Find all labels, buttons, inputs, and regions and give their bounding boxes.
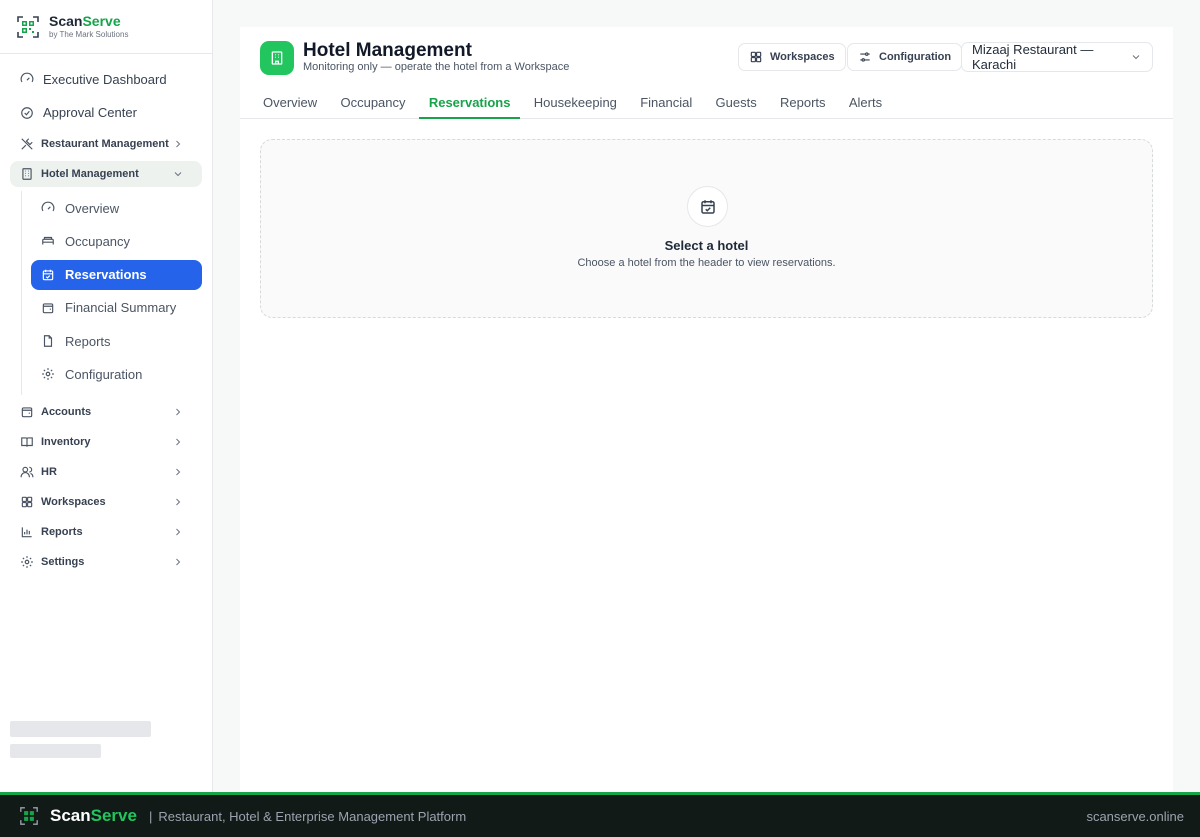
tab-occupancy[interactable]: Occupancy [330, 87, 415, 119]
chevron-right-icon [171, 465, 185, 479]
grid-icon [749, 50, 763, 64]
building-icon [260, 41, 294, 75]
chevron-right-icon [171, 435, 185, 449]
sidebar-item-reservations[interactable]: Reservations [31, 259, 202, 290]
empty-state-message: Choose a hotel from the header to view r… [577, 257, 836, 269]
tab-overview[interactable]: Overview [253, 87, 327, 119]
sidebar-group-reports[interactable]: Reports [10, 519, 202, 545]
chevron-right-icon [171, 555, 185, 569]
footer-brand: ScanServe [50, 806, 137, 825]
sidebar-item-label: Configuration [65, 366, 143, 382]
bar-chart-icon [20, 525, 34, 539]
chevron-down-icon [1129, 50, 1142, 64]
outlet-select-value: Mizaaj Restaurant — Karachi [972, 42, 1094, 72]
sidebar-item-label: Overview [65, 200, 120, 216]
sidebar-group-hr[interactable]: HR [10, 459, 202, 485]
sidebar-item-label: Reports [65, 333, 111, 349]
footer-tagline: Restaurant, Hotel & Enterprise Managemen… [158, 808, 467, 824]
brand-subtitle: by The Mark Solutions [49, 29, 129, 39]
sidebar-item-label: Approval Center [43, 105, 137, 120]
sidebar-item-occupancy[interactable]: Occupancy [31, 226, 202, 256]
wallet-icon [41, 301, 55, 315]
qr-logo-icon [17, 15, 39, 38]
empty-state-title: Select a hotel [664, 238, 749, 253]
chevron-right-icon [171, 495, 185, 509]
outlet-select[interactable]: Mizaaj Restaurant — Karachi [961, 42, 1153, 72]
tab-financial[interactable]: Financial [630, 87, 702, 119]
chevron-right-icon [171, 525, 185, 539]
empty-state: Select a hotel Choose a hotel from the h… [260, 139, 1153, 318]
bed-icon [41, 234, 55, 248]
sidebar-group-label: Settings [41, 555, 85, 568]
configuration-button[interactable]: Configuration [847, 43, 963, 71]
sidebar-group-label: Workspaces [41, 495, 106, 508]
grid-icon [20, 495, 34, 509]
footer-separator: | [148, 808, 153, 824]
sidebar-item-financial-summary[interactable]: Financial Summary [31, 293, 202, 323]
chevron-right-icon [171, 405, 185, 419]
gauge-icon [20, 72, 34, 86]
sidebar-item-configuration[interactable]: Configuration [31, 359, 202, 389]
gear-icon [20, 555, 34, 569]
gauge-icon [41, 201, 55, 215]
users-icon [20, 465, 34, 479]
tab-reports[interactable]: Reports [770, 87, 836, 119]
sidebar-item-label: Reservations [65, 267, 147, 283]
hotel-management-subnav: Overview Occupancy Reservations Financia… [21, 191, 202, 395]
brand[interactable]: ScanServe by The Mark Solutions [0, 0, 212, 54]
sidebar-nav: Executive Dashboard Approval Center Rest… [0, 54, 212, 589]
calendar-check-icon [41, 268, 55, 282]
footer: ScanServe | Restaurant, Hotel & Enterpri… [0, 792, 1200, 837]
brand-name: ScanServe [49, 12, 121, 29]
workspaces-button-label: Workspaces [770, 51, 835, 63]
sidebar-item-overview[interactable]: Overview [31, 193, 202, 223]
loading-skeleton [10, 744, 101, 758]
sidebar-group-label: Restaurant Management [41, 138, 169, 150]
tab-reservations[interactable]: Reservations [418, 87, 521, 119]
calendar-check-icon [687, 186, 728, 227]
sidebar-item-executive-dashboard[interactable]: Executive Dashboard [10, 64, 202, 94]
loading-skeleton [10, 721, 151, 737]
sidebar-group-workspaces[interactable]: Workspaces [10, 489, 202, 515]
sidebar-group-settings[interactable]: Settings [10, 549, 202, 575]
chevron-right-icon [171, 137, 185, 151]
sidebar-group-label: Inventory [41, 435, 91, 448]
tab-alerts[interactable]: Alerts [839, 87, 892, 119]
sidebar-group-label: Hotel Management [41, 168, 139, 180]
sidebar-group-hotel-management[interactable]: Hotel Management [10, 161, 202, 187]
utensils-icon [20, 137, 34, 151]
sidebar-item-label: Occupancy [65, 233, 131, 249]
page-subtitle: Monitoring only — operate the hotel from… [303, 61, 570, 73]
tab-guests[interactable]: Guests [706, 87, 767, 119]
building-icon [20, 167, 34, 181]
qr-logo-icon [20, 807, 38, 825]
sidebar-group-inventory[interactable]: Inventory [10, 429, 202, 455]
sidebar-item-reports[interactable]: Reports [31, 326, 202, 356]
sidebar-group-label: Reports [41, 525, 83, 538]
sidebar-item-label: Executive Dashboard [43, 71, 167, 87]
sidebar: ScanServe by The Mark Solutions Executiv… [0, 0, 213, 792]
check-circle-icon [20, 106, 34, 120]
book-icon [20, 435, 34, 449]
footer-url[interactable]: scanserve.online [1086, 809, 1184, 824]
sidebar-group-accounts[interactable]: Accounts [10, 399, 202, 425]
main-panel: Hotel Management Monitoring only — opera… [240, 27, 1173, 792]
tab-housekeeping[interactable]: Housekeeping [524, 87, 627, 119]
gear-icon [41, 367, 55, 381]
workspaces-button[interactable]: Workspaces [738, 43, 846, 71]
sidebar-group-label: Accounts [41, 405, 92, 418]
file-icon [41, 334, 55, 348]
tab-bar: Overview Occupancy Reservations Housekee… [253, 87, 895, 119]
sliders-icon [858, 50, 872, 64]
chevron-down-icon [171, 167, 185, 181]
sidebar-group-label: HR [41, 465, 57, 478]
sidebar-group-restaurant-management[interactable]: Restaurant Management [10, 131, 202, 157]
page-header: Hotel Management Monitoring only — opera… [240, 27, 1173, 119]
sidebar-item-approval-center[interactable]: Approval Center [10, 98, 202, 128]
sidebar-item-label: Financial Summary [65, 300, 177, 316]
page-title: Hotel Management [303, 40, 472, 61]
wallet-icon [20, 405, 34, 419]
configuration-button-label: Configuration [879, 51, 952, 63]
